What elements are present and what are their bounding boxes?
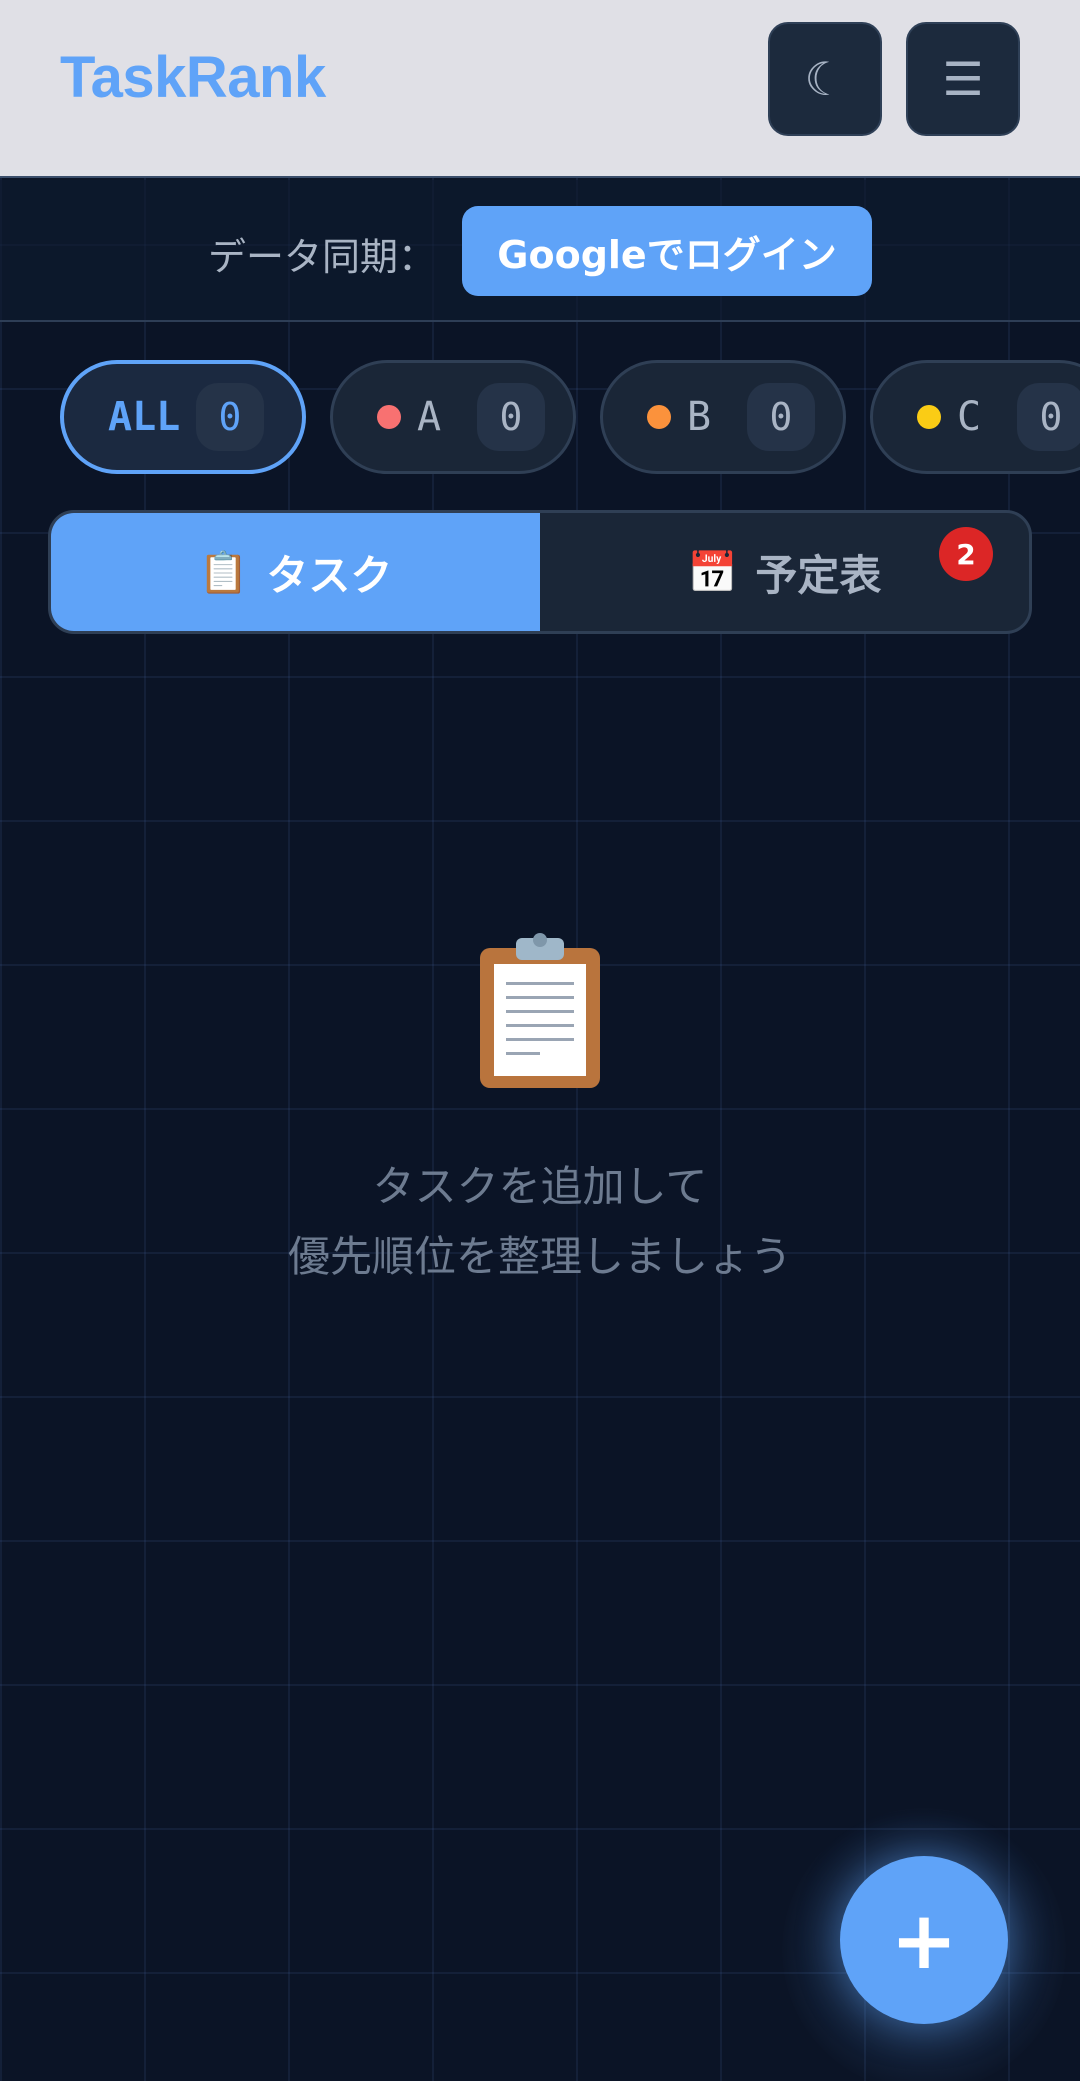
filter-chip-count: 0 <box>477 383 545 451</box>
notification-badge: 2 <box>939 527 993 581</box>
google-login-button[interactable]: Googleでログイン <box>462 206 872 296</box>
clipboard-icon <box>480 933 600 1088</box>
view-tabs: 📋 タスク 📅 予定表 2 <box>48 510 1032 634</box>
app-header: TaskRank ☾ ☰ <box>0 0 1080 178</box>
filter-chip-a[interactable]: A 0 <box>330 360 576 474</box>
calendar-icon: 📅 <box>687 549 738 596</box>
filter-chip-label: A <box>417 394 442 440</box>
filter-chip-c[interactable]: C 0 <box>870 360 1080 474</box>
priority-dot-icon <box>647 405 671 429</box>
plus-icon: + <box>890 1893 958 1987</box>
filter-chip-label: C <box>957 394 982 440</box>
theme-toggle-button[interactable]: ☾ <box>768 22 882 136</box>
empty-state-line1: タスクを追加して <box>372 1162 708 1211</box>
filter-chip-count: 0 <box>196 383 264 451</box>
sync-label: データ同期： <box>208 235 437 279</box>
filter-chip-label: ALL <box>108 394 181 440</box>
clipboard-icon: 📋 <box>198 549 249 596</box>
app-logo[interactable]: TaskRank <box>60 44 326 111</box>
hamburger-menu-icon: ☰ <box>942 52 984 106</box>
tab-label: タスク <box>266 550 393 600</box>
filter-chip-count: 0 <box>747 383 815 451</box>
empty-state-line2: 優先順位を整理しましょう <box>287 1232 792 1281</box>
filter-chip-label: B <box>687 394 712 440</box>
tab-schedule[interactable]: 📅 予定表 2 <box>540 513 1029 631</box>
moon-icon: ☾ <box>804 52 846 106</box>
tab-tasks[interactable]: 📋 タスク <box>51 513 540 631</box>
priority-dot-icon <box>377 405 401 429</box>
filter-chip-all[interactable]: ALL 0 <box>60 360 306 474</box>
menu-button[interactable]: ☰ <box>906 22 1020 136</box>
add-task-button[interactable]: + <box>840 1856 1008 2024</box>
filter-chip-count: 0 <box>1017 383 1080 451</box>
filter-chip-b[interactable]: B 0 <box>600 360 846 474</box>
priority-dot-icon <box>917 405 941 429</box>
tab-label: 予定表 <box>755 550 882 600</box>
sync-bar: データ同期： Googleでログイン <box>0 180 1080 322</box>
